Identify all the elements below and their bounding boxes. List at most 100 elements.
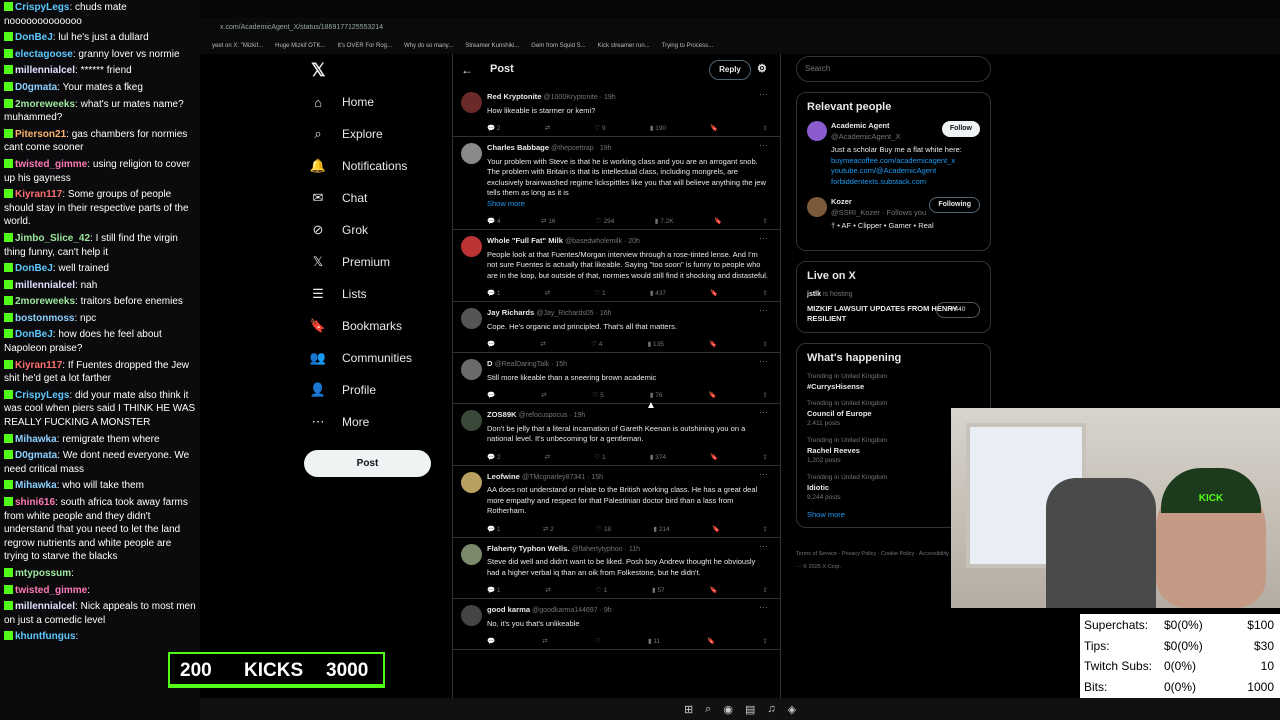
reply-icon[interactable]: 💬 [487,391,495,403]
author-name[interactable]: Charles Babbage [487,143,549,152]
live-item[interactable]: jstlk is hosting MIZKIF LAWSUIT UPDATES … [807,290,980,324]
chat-username[interactable]: CrispyLegs [15,2,69,13]
chat-username[interactable]: bostonmoss [15,313,74,324]
reply-icon[interactable]: 💬 1 [487,525,501,537]
post-button[interactable]: Post [304,450,431,477]
search-input[interactable]: Search [796,56,991,82]
nav-item-premium[interactable]: 𝕏 Premium [308,248,468,276]
retweet-icon[interactable]: ⇄ [545,289,550,301]
chat-username[interactable]: CrispyLegs [15,390,69,401]
bookmark-icon[interactable]: 🔖 [710,289,718,301]
reply-tweet[interactable]: Charles Babbage @thepoettrap · 19h ⋯ Your … [453,137,780,230]
chat-username[interactable]: millennialcel [15,280,75,291]
author-name[interactable]: Red Kryptonite [487,92,541,101]
bookmark-item[interactable]: yeet on X: "Mizkif... [212,43,263,49]
share-icon[interactable]: ⇪ [763,289,768,301]
reply-button[interactable]: Reply [709,60,751,80]
views-icon[interactable]: ▮ 11 [648,637,660,649]
bookmark-item[interactable]: Huge Mizkif OTK... [275,43,325,49]
search-taskbar-icon[interactable]: ⌕ [705,703,711,716]
reply-tweet[interactable]: Red Kryptonite @1000Kryptonite · 19h ⋯ How… [453,86,780,137]
nav-item-bookmarks[interactable]: 🔖 Bookmarks [308,312,468,340]
share-icon[interactable]: ⇪ [763,124,768,136]
bookmark-icon[interactable]: 🔖 [709,340,717,352]
chat-username[interactable]: Mihawka [15,434,57,445]
bookmark-item[interactable]: Gem from Squid S... [531,43,585,49]
more-options-icon[interactable]: ⋯ [759,407,768,418]
retweet-icon[interactable]: ⇄ [545,586,550,598]
reply-icon[interactable]: 💬 1 [487,289,501,301]
views-icon[interactable]: ▮ 57 [652,586,665,598]
back-arrow-icon[interactable]: ← [461,63,473,77]
chat-username[interactable]: DonBeJ [15,263,53,274]
reply-icon[interactable]: 💬 [487,340,495,352]
bio-link[interactable]: forbiddentexts.substack.com [831,177,980,188]
chat-username[interactable]: twisted_gimme [15,159,87,170]
more-options-icon[interactable]: ⋯ [759,356,768,367]
bookmark-item[interactable]: It's OVER For Rog... [338,43,393,49]
avatar[interactable] [461,92,482,113]
reply-tweet[interactable]: D @RealDaringTalk · 15h ⋯ Still more likea… [453,353,780,404]
like-icon[interactable]: ♡ 4 [591,340,602,352]
chat-username[interactable]: millennialcel [15,65,75,76]
nav-item-profile[interactable]: 👤 Profile [308,376,468,404]
bio-link[interactable]: buymeacoffee.com/academicagent_x [831,156,980,167]
like-icon[interactable]: ♡ 294 [596,217,615,229]
chat-username[interactable]: mtypossum [15,568,71,579]
nav-item-home[interactable]: ⌂ Home [308,88,468,116]
more-options-icon[interactable]: ⋯ [759,233,768,244]
app-icon[interactable]: ◈ [788,703,796,716]
share-icon[interactable]: ⇪ [763,453,768,465]
share-icon[interactable]: ⇪ [763,637,768,649]
reply-tweet[interactable]: Jay Richards @Jay_Richards05 · 16h ⋯ Cope.… [453,302,780,353]
chat-username[interactable]: D0gmata [15,82,57,93]
like-icon[interactable]: ♡ 1 [596,586,607,598]
avatar[interactable] [807,197,827,217]
more-options-icon[interactable]: ⋯ [759,89,768,100]
avatar[interactable] [461,359,482,380]
bookmark-item[interactable]: Why do so many... [404,43,453,49]
nav-item-lists[interactable]: ☰ Lists [308,280,468,308]
nav-item-grok[interactable]: ⊘ Grok [308,216,468,244]
bookmark-icon[interactable]: 🔖 [707,637,715,649]
retweet-icon[interactable]: ⇄ [542,637,547,649]
views-icon[interactable]: ▮ 214 [653,525,669,537]
reply-tweet[interactable]: good karma @goodkarma144697 · 9h ⋯ No, it'… [453,599,780,650]
chat-username[interactable]: D0gmata [15,450,57,461]
reply-icon[interactable]: 💬 4 [487,217,501,229]
show-more-link[interactable]: Show more [487,199,768,210]
share-icon[interactable]: ⇪ [763,391,768,403]
reply-icon[interactable]: 💬 1 [487,586,501,598]
chat-username[interactable]: shini616 [15,497,55,508]
share-icon[interactable]: ⇪ [763,525,768,537]
like-icon[interactable]: ♡ 1 [594,289,605,301]
views-icon[interactable]: ▮ 190 [650,124,666,136]
like-icon[interactable]: ♡ [595,637,601,649]
bookmark-item[interactable]: Trying to Process... [662,43,713,49]
like-icon[interactable]: ♡ 5 [593,391,604,403]
music-icon[interactable]: ♫ [767,703,775,715]
avatar[interactable] [461,236,482,257]
chat-username[interactable]: Jimbo_Slice_42 [15,233,90,244]
avatar[interactable] [461,605,482,626]
views-icon[interactable]: ▮ 374 [650,453,666,465]
reply-icon[interactable]: 💬 [487,637,495,649]
more-options-icon[interactable]: ⋯ [759,305,768,316]
chat-username[interactable]: Mihawka [15,480,57,491]
retweet-icon[interactable]: ⇄ [541,391,546,403]
author-name[interactable]: Leofwine [487,472,520,481]
more-options-icon[interactable]: ⋯ [759,469,768,480]
share-icon[interactable]: ⇪ [763,217,768,229]
views-icon[interactable]: ▮ 7.2K [655,217,674,229]
avatar[interactable] [461,143,482,164]
more-options-icon[interactable]: ⋯ [759,602,768,613]
reply-icon[interactable]: 💬 2 [487,124,501,136]
views-icon[interactable]: ▮ 437 [650,289,666,301]
relevant-person[interactable]: Academic Agent @AcademicAgent_X Just a sch… [807,121,980,187]
follow-button[interactable]: Follow [941,121,980,137]
views-icon[interactable]: ▮ 135 [648,340,664,352]
bookmark-icon[interactable]: 🔖 [710,586,718,598]
nav-item-chat[interactable]: ✉ Chat [308,184,468,212]
nav-item-explore[interactable]: ⌕ Explore [308,120,468,148]
reply-tweet[interactable]: ZOS89K @refocuspocus · 19h ⋯ Don't be jell… [453,404,780,466]
